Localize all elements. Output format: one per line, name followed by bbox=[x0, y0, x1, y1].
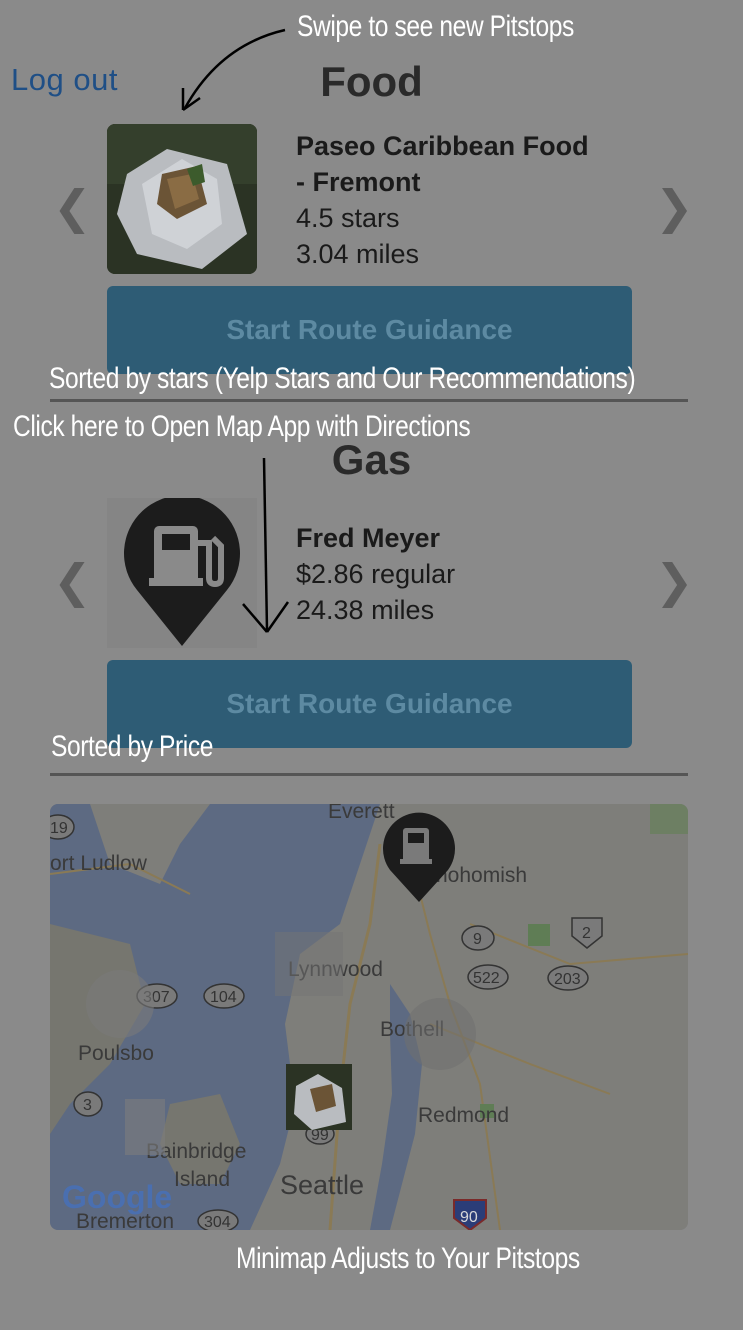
food-section-title: Food bbox=[320, 58, 423, 105]
gas-station-name: Fred Meyer bbox=[296, 523, 441, 553]
food-place-name: Paseo Caribbean Food - Fremont bbox=[296, 128, 676, 200]
svg-text:522: 522 bbox=[473, 970, 500, 987]
route-shield: 304 bbox=[197, 1209, 239, 1230]
map-label-everett: Everett bbox=[328, 804, 395, 823]
gas-price: $2.86 regular bbox=[296, 559, 456, 589]
gas-station-pin-icon[interactable] bbox=[107, 495, 257, 648]
svg-text:104: 104 bbox=[210, 989, 237, 1006]
minimap[interactable]: Everett ort Ludlow Snohomish Lynnwood Bo… bbox=[50, 804, 688, 1230]
gas-distance: 24.38 miles bbox=[296, 595, 435, 625]
food-distance: 3.04 miles bbox=[296, 239, 420, 269]
food-place-name-line2: - Fremont bbox=[296, 167, 421, 197]
annotation-minimap: Minimap Adjusts to Your Pitstops bbox=[236, 1242, 580, 1275]
annotation-sorted-by-stars: Sorted by stars (Yelp Stars and Our Reco… bbox=[49, 362, 636, 395]
annotation-click-here: Click here to Open Map App with Directio… bbox=[13, 410, 471, 443]
food-rating: 4.5 stars bbox=[296, 203, 400, 233]
svg-text:203: 203 bbox=[554, 971, 581, 988]
svg-text:304: 304 bbox=[204, 1214, 231, 1230]
food-thumbnail-image[interactable] bbox=[107, 124, 257, 274]
annotation-swipe: Swipe to see new Pitstops bbox=[297, 10, 574, 43]
route-shield: 203 bbox=[547, 965, 589, 991]
food-details: Paseo Caribbean Food - Fremont 4.5 stars… bbox=[296, 128, 676, 272]
food-start-route-button[interactable]: Start Route Guidance bbox=[107, 286, 632, 374]
route-shield: 104 bbox=[203, 983, 245, 1009]
svg-text:3: 3 bbox=[83, 1097, 92, 1114]
food-prev-chevron-left-icon[interactable]: ❮ bbox=[53, 180, 92, 234]
map-label-redmond: Redmond bbox=[418, 1104, 509, 1127]
food-place-name-line1: Paseo Caribbean Food bbox=[296, 131, 589, 161]
svg-text:19: 19 bbox=[50, 820, 68, 837]
route-shield: 19 bbox=[50, 814, 75, 840]
map-label-poulsbo: Poulsbo bbox=[78, 1042, 154, 1065]
route-shield: 522 bbox=[467, 964, 509, 990]
section-divider bbox=[50, 399, 688, 402]
map-label-island: Island bbox=[174, 1168, 230, 1191]
map-food-pin-icon[interactable] bbox=[286, 1064, 352, 1130]
svg-text:9: 9 bbox=[473, 931, 482, 948]
svg-text:2: 2 bbox=[582, 925, 591, 942]
section-divider bbox=[50, 773, 688, 776]
map-label-seattle: Seattle bbox=[280, 1170, 364, 1200]
annotation-sorted-by-price: Sorted by Price bbox=[51, 730, 214, 763]
google-attribution-logo: Google bbox=[62, 1179, 172, 1215]
gas-prev-chevron-left-icon[interactable]: ❮ bbox=[53, 554, 92, 608]
route-shield: 3 bbox=[73, 1091, 103, 1117]
gas-details: Fred Meyer $2.86 regular 24.38 miles bbox=[296, 520, 676, 628]
svg-text:90: 90 bbox=[460, 1209, 478, 1226]
map-label-port-ludlow: ort Ludlow bbox=[50, 852, 148, 875]
route-shield: 9 bbox=[461, 925, 495, 951]
